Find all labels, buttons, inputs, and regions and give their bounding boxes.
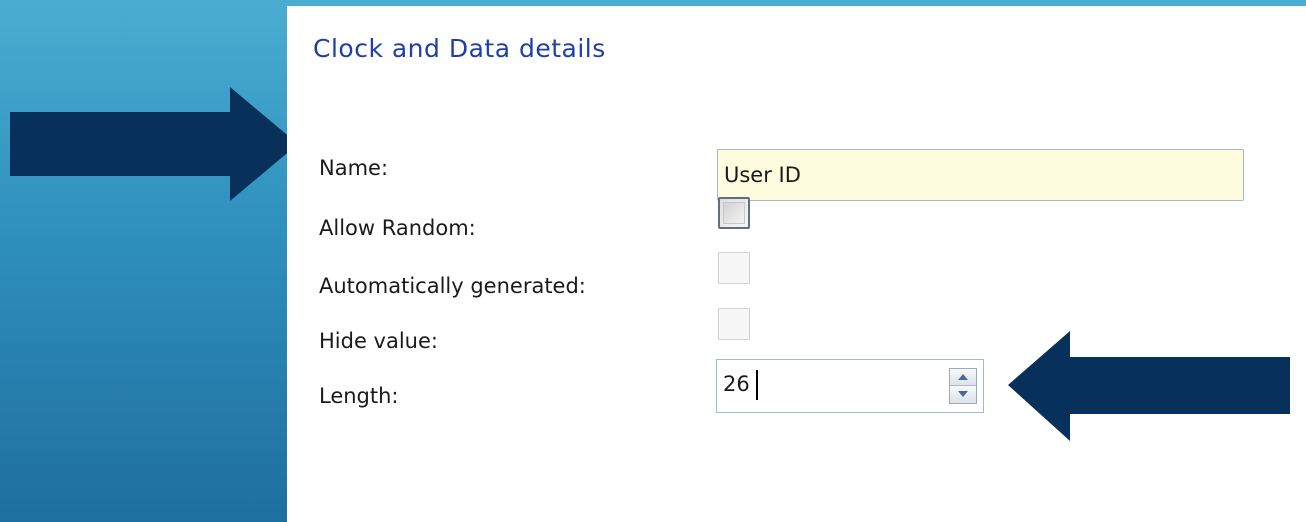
- hide-value-checkbox: [718, 308, 750, 340]
- spin-down-button[interactable]: [950, 386, 976, 403]
- arrow-left-shape: [1008, 331, 1290, 441]
- hide-value-label: Hide value:: [319, 329, 438, 353]
- spin-up-button[interactable]: [950, 369, 976, 386]
- auto-generated-label: Automatically generated:: [319, 274, 586, 298]
- name-label: Name:: [319, 156, 389, 180]
- name-input[interactable]: [717, 149, 1244, 201]
- length-spinner[interactable]: 26: [716, 359, 984, 413]
- panel-title: Clock and Data details: [313, 34, 606, 63]
- allow-random-label: Allow Random:: [319, 216, 476, 240]
- annotation-arrow-left: [1008, 331, 1290, 441]
- spin-buttons: [949, 368, 977, 404]
- length-value[interactable]: 26: [723, 372, 750, 396]
- length-label: Length:: [319, 384, 399, 408]
- text-caret: [756, 370, 758, 400]
- auto-generated-checkbox: [718, 252, 750, 284]
- arrow-right-shape: [10, 87, 298, 201]
- annotation-arrow-right: [10, 87, 298, 201]
- allow-random-checkbox[interactable]: [718, 197, 750, 229]
